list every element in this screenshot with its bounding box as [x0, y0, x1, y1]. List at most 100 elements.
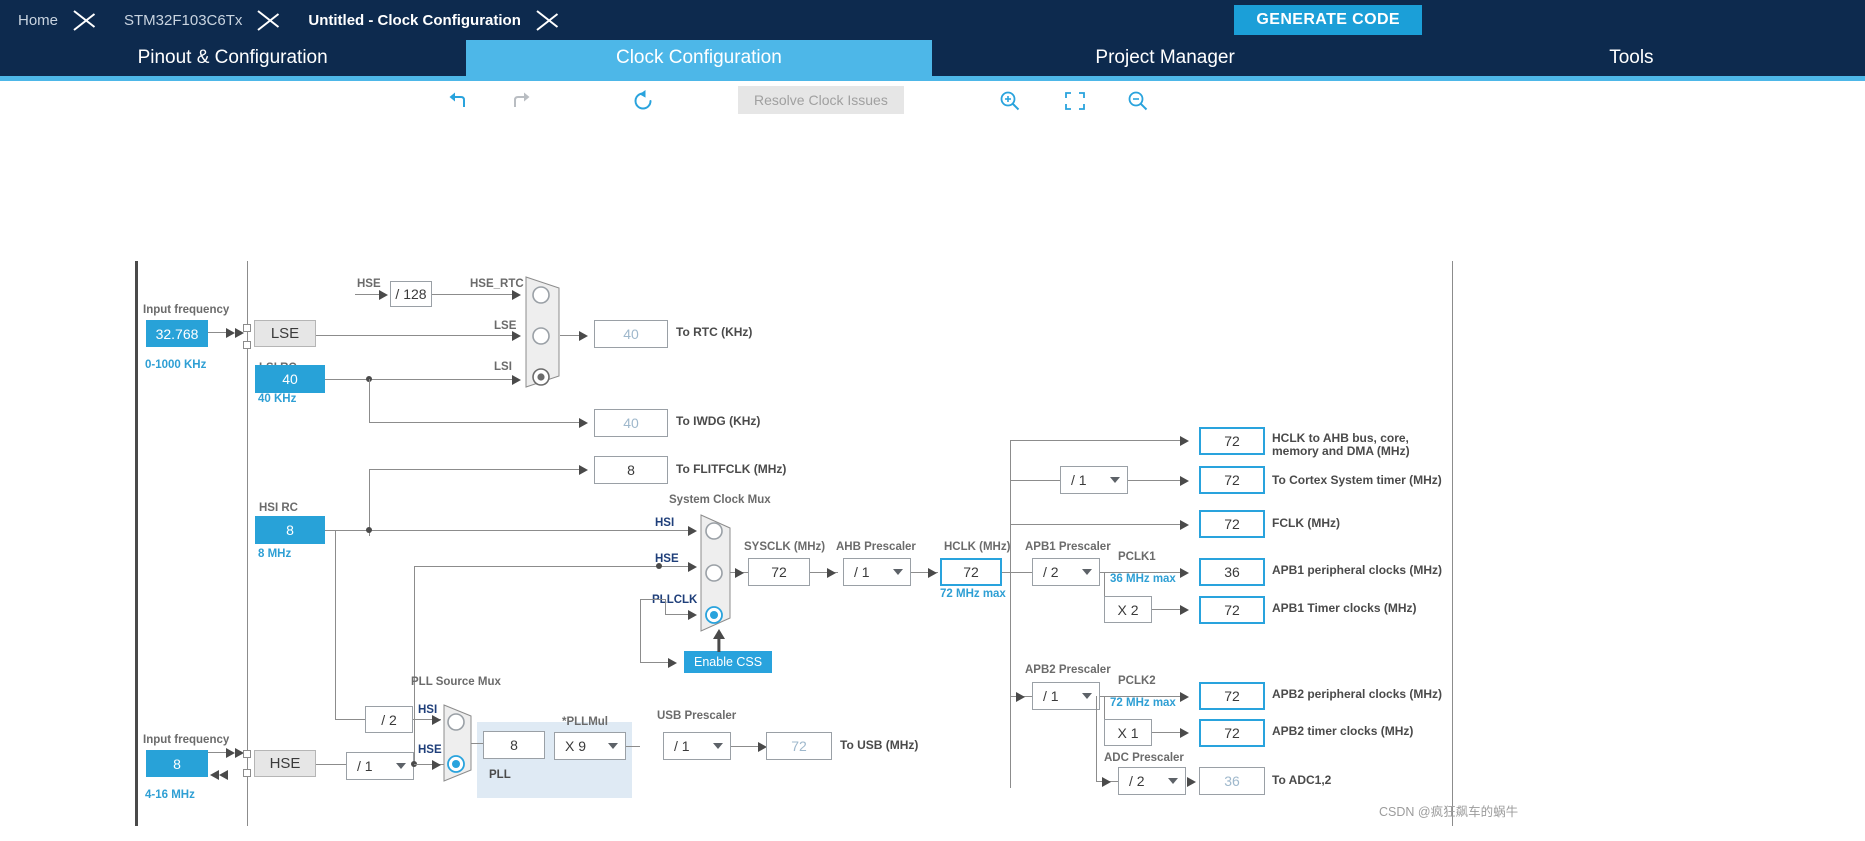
rail-right: [1452, 261, 1453, 826]
hse-prescaler-value: / 1: [357, 758, 373, 774]
tab-tools[interactable]: Tools: [1398, 40, 1865, 76]
chevron-down-icon: [396, 763, 406, 769]
sysmux-input-hsi-label: HSI: [655, 517, 675, 529]
lse-input-frequency-field[interactable]: 32.768: [146, 320, 208, 347]
apb2-prescaler-value: / 1: [1043, 688, 1059, 704]
wire-hclk-to-apb1: [1010, 572, 1032, 573]
undo-icon[interactable]: [443, 86, 473, 116]
pll-source-mux-title: PLL Source Mux: [411, 676, 501, 688]
arrow-icon: [1180, 436, 1189, 446]
lse-pin-top: [243, 324, 251, 332]
resolve-clock-issues-button[interactable]: Resolve Clock Issues: [738, 86, 904, 114]
wire-hse-to-prescaler: [316, 764, 346, 765]
cortex-timer-value: 72: [1199, 466, 1265, 494]
usb-prescaler-combo[interactable]: / 1: [663, 732, 731, 760]
wire-hsi-to-flitfclk: [369, 469, 584, 470]
sysclk-value: 72: [748, 558, 810, 586]
arrow-icon: [1180, 605, 1189, 615]
chevron-down-icon: [893, 569, 903, 575]
arrow-icon: [219, 770, 228, 780]
pllmul-value: X 9: [565, 738, 587, 754]
rtc-clock-mux[interactable]: [525, 276, 565, 388]
hsi-value-field[interactable]: 8: [255, 516, 325, 544]
hse-rtc-divider-box[interactable]: / 128: [390, 281, 432, 307]
fclk-value: 72: [1199, 510, 1265, 538]
arrow-icon: [1180, 520, 1189, 530]
wire-hclk-out: [1002, 572, 1010, 573]
adc-prescaler-label: ADC Prescaler: [1104, 752, 1184, 764]
main-tab-bar: Pinout & Configuration Clock Configurati…: [0, 40, 1865, 76]
to-usb-value: 72: [766, 732, 832, 760]
to-rtc-value: 40: [594, 320, 668, 348]
arrow-icon: [226, 328, 235, 338]
hse-prescaler-combo[interactable]: / 1: [346, 752, 414, 780]
wire-pll-out-vertical: [640, 599, 641, 663]
hse-input-frequency-field[interactable]: 8: [146, 750, 208, 777]
arrow-icon: [512, 290, 521, 300]
sysmux-input-hse-label: HSE: [655, 553, 679, 565]
lsi-signal-label: LSI: [494, 361, 512, 373]
pllmul-combo[interactable]: X 9: [554, 732, 626, 760]
rail-left-outer: [135, 261, 138, 826]
breadcrumb: Home STM32F103C6Tx Untitled - Clock Conf…: [0, 0, 1865, 40]
tab-project-manager[interactable]: Project Manager: [932, 40, 1399, 76]
ahb-prescaler-value: / 1: [854, 564, 870, 580]
chevron-down-icon: [1082, 569, 1092, 575]
enable-css-button[interactable]: Enable CSS: [684, 651, 773, 673]
chevron-down-icon: [1110, 477, 1120, 483]
wire-cortexdiv-to-out: [1128, 480, 1185, 481]
wire-pllclk-corner: [640, 599, 666, 600]
arrow-icon: [379, 290, 388, 300]
sysclk-label: SYSCLK (MHz): [744, 541, 826, 553]
fit-to-screen-icon[interactable]: [1060, 86, 1090, 116]
arrow-icon: [210, 770, 219, 780]
zoom-in-icon[interactable]: [995, 86, 1025, 116]
breadcrumb-item-home[interactable]: Home: [0, 0, 72, 40]
system-clock-mux[interactable]: [700, 514, 738, 632]
arrow-icon: [688, 562, 697, 572]
arrow-icon: [1180, 476, 1189, 486]
chevron-right-icon: [72, 0, 106, 40]
zoom-out-icon[interactable]: [1123, 86, 1153, 116]
wire-apb2-to-adc-branch: [1096, 696, 1097, 781]
apb1-max-note: 36 MHz max: [1110, 573, 1176, 585]
lse-oscillator-box[interactable]: LSE: [254, 320, 316, 347]
apb1-peripheral-label: APB1 peripheral clocks (MHz): [1272, 563, 1443, 577]
usb-prescaler-value: / 1: [674, 738, 690, 754]
cortex-prescaler-combo[interactable]: / 1: [1060, 466, 1128, 494]
arrow-icon: [226, 748, 235, 758]
to-iwdg-value: 40: [594, 409, 668, 437]
lsi-value-field[interactable]: 40: [255, 365, 325, 393]
generate-code-button[interactable]: GENERATE CODE: [1234, 5, 1422, 35]
breadcrumb-item-current[interactable]: Untitled - Clock Configuration: [290, 0, 534, 40]
apb1-timer-multiplier: X 2: [1104, 596, 1152, 623]
wire-pll-out: [626, 746, 640, 747]
clock-tree-canvas[interactable]: Input frequency 32.768 0-1000 KHz LSE LS…: [0, 121, 1865, 826]
wire-hsi-branch-up: [369, 469, 370, 536]
arrow-icon: [579, 331, 588, 341]
ahb-prescaler-combo[interactable]: / 1: [843, 558, 911, 586]
redo-icon[interactable]: [506, 86, 536, 116]
wire-hclk-to-cortexdiv: [1010, 480, 1060, 481]
hse-pin-top: [243, 750, 251, 758]
apb1-prescaler-combo[interactable]: / 2: [1032, 558, 1100, 586]
chevron-right-icon: [535, 0, 569, 40]
adc-prescaler-combo[interactable]: / 2: [1118, 767, 1186, 795]
reset-icon[interactable]: [629, 86, 659, 116]
wire-lsi-to-iwdg: [369, 422, 584, 423]
chevron-down-icon: [713, 743, 723, 749]
breadcrumb-item-device[interactable]: STM32F103C6Tx: [106, 0, 256, 40]
arrow-icon: [1180, 728, 1189, 738]
tab-pinout-configuration[interactable]: Pinout & Configuration: [0, 40, 467, 76]
wire-hclk-to-fclk: [1010, 524, 1185, 525]
apb2-prescaler-combo[interactable]: / 1: [1032, 682, 1100, 710]
hse-rtc-source-label: HSE: [357, 278, 381, 290]
arrow-icon: [432, 715, 441, 725]
chevron-down-icon: [1168, 778, 1178, 784]
hse-oscillator-box[interactable]: HSE: [254, 750, 316, 777]
wire-hsi-to-div2: [335, 719, 365, 720]
tab-clock-configuration[interactable]: Clock Configuration: [466, 40, 933, 76]
arrow-icon: [512, 331, 521, 341]
pllmux-input-hse-label: HSE: [418, 744, 442, 756]
hse-input-frequency-label: Input frequency: [143, 734, 230, 746]
